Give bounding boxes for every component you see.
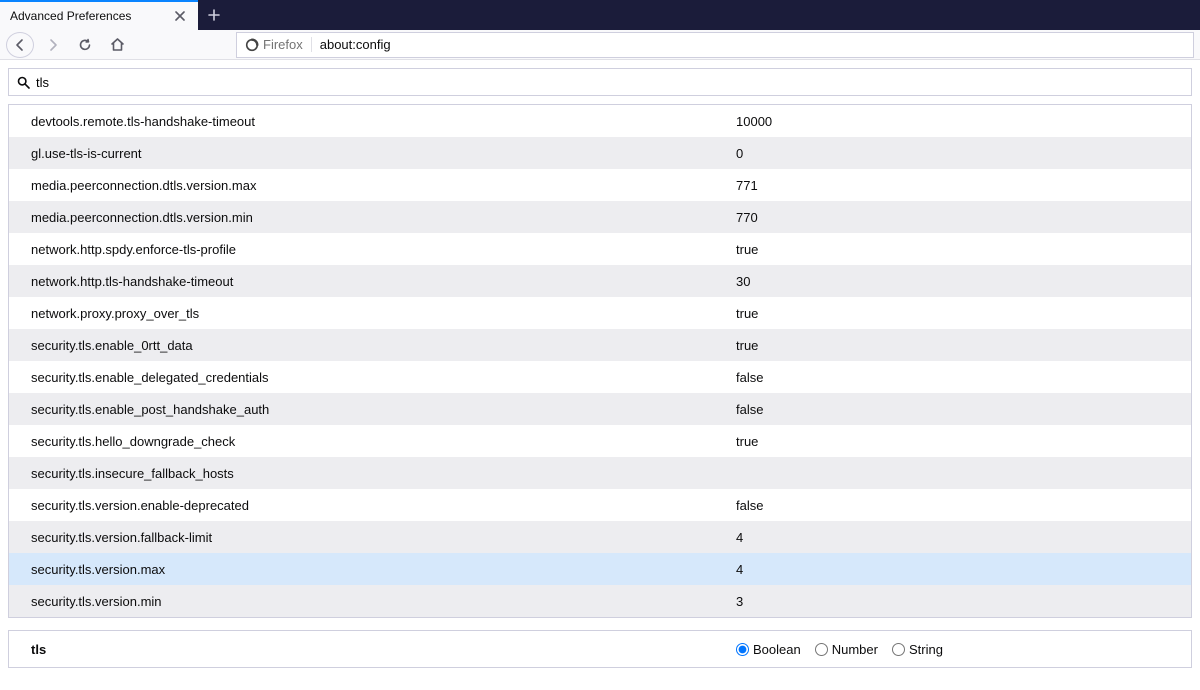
pref-name: security.tls.version.min bbox=[31, 594, 736, 609]
pref-value: 771 bbox=[736, 178, 936, 193]
radio-label-string: String bbox=[909, 642, 943, 657]
firefox-logo-icon bbox=[245, 38, 259, 52]
pref-name: devtools.remote.tls-handshake-timeout bbox=[31, 114, 736, 129]
pref-row[interactable]: security.tls.hello_downgrade_checktrue bbox=[9, 425, 1191, 457]
radio-input-string[interactable] bbox=[892, 643, 905, 656]
url-text: about:config bbox=[320, 37, 391, 52]
pref-row[interactable]: network.proxy.proxy_over_tlstrue bbox=[9, 297, 1191, 329]
pref-value: false bbox=[736, 402, 936, 417]
pref-name: media.peerconnection.dtls.version.min bbox=[31, 210, 736, 225]
tab-title: Advanced Preferences bbox=[10, 9, 172, 23]
pref-row[interactable]: gl.use-tls-is-current0 bbox=[9, 137, 1191, 169]
pref-value: 4 bbox=[736, 530, 936, 545]
radio-input-number[interactable] bbox=[815, 643, 828, 656]
pref-name: security.tls.enable_0rtt_data bbox=[31, 338, 736, 353]
pref-value: true bbox=[736, 338, 936, 353]
pref-row[interactable]: devtools.remote.tls-handshake-timeout100… bbox=[9, 105, 1191, 137]
pref-value: 30 bbox=[736, 274, 936, 289]
identity-box[interactable]: Firefox bbox=[245, 37, 312, 52]
pref-name: network.http.tls-handshake-timeout bbox=[31, 274, 736, 289]
radio-label-boolean: Boolean bbox=[753, 642, 801, 657]
pref-table: devtools.remote.tls-handshake-timeout100… bbox=[8, 104, 1192, 618]
pref-row[interactable]: security.tls.enable_post_handshake_authf… bbox=[9, 393, 1191, 425]
pref-row[interactable]: security.tls.insecure_fallback_hosts bbox=[9, 457, 1191, 489]
pref-value: true bbox=[736, 242, 936, 257]
pref-name: security.tls.enable_post_handshake_auth bbox=[31, 402, 736, 417]
forward-button[interactable] bbox=[40, 32, 66, 58]
identity-label: Firefox bbox=[263, 37, 303, 52]
nav-toolbar: Firefox about:config bbox=[0, 30, 1200, 60]
pref-row[interactable]: network.http.spdy.enforce-tls-profiletru… bbox=[9, 233, 1191, 265]
pref-row[interactable]: security.tls.enable_0rtt_datatrue bbox=[9, 329, 1191, 361]
pref-name: security.tls.version.enable-deprecated bbox=[31, 498, 736, 513]
search-area bbox=[0, 60, 1200, 104]
pref-row[interactable]: security.tls.version.max4 bbox=[9, 553, 1191, 585]
pref-name: media.peerconnection.dtls.version.max bbox=[31, 178, 736, 193]
pref-value: false bbox=[736, 370, 936, 385]
back-button[interactable] bbox=[6, 32, 34, 58]
pref-name: network.proxy.proxy_over_tls bbox=[31, 306, 736, 321]
pref-name: security.tls.version.max bbox=[31, 562, 736, 577]
pref-row[interactable]: security.tls.version.min3 bbox=[9, 585, 1191, 617]
pref-value: 10000 bbox=[736, 114, 936, 129]
browser-tab[interactable]: Advanced Preferences bbox=[0, 0, 198, 30]
url-bar[interactable]: Firefox about:config bbox=[236, 32, 1194, 58]
radio-label-number: Number bbox=[832, 642, 878, 657]
type-radio-group: Boolean Number String bbox=[736, 642, 943, 657]
pref-value: true bbox=[736, 434, 936, 449]
pref-row[interactable]: security.tls.enable_delegated_credential… bbox=[9, 361, 1191, 393]
pref-value: true bbox=[736, 306, 936, 321]
tab-strip: Advanced Preferences bbox=[0, 0, 1200, 30]
pref-value: 0 bbox=[736, 146, 936, 161]
pref-name: gl.use-tls-is-current bbox=[31, 146, 736, 161]
pref-value: 770 bbox=[736, 210, 936, 225]
pref-name: security.tls.enable_delegated_credential… bbox=[31, 370, 736, 385]
type-radio-string[interactable]: String bbox=[892, 642, 943, 657]
pref-name: security.tls.hello_downgrade_check bbox=[31, 434, 736, 449]
search-input[interactable] bbox=[36, 75, 1183, 90]
type-radio-number[interactable]: Number bbox=[815, 642, 878, 657]
pref-name: security.tls.insecure_fallback_hosts bbox=[31, 466, 736, 481]
type-radio-boolean[interactable]: Boolean bbox=[736, 642, 801, 657]
pref-value: false bbox=[736, 498, 936, 513]
new-tab-button[interactable] bbox=[198, 0, 230, 30]
radio-input-boolean[interactable] bbox=[736, 643, 749, 656]
pref-value: 3 bbox=[736, 594, 936, 609]
add-pref-row: tls Boolean Number String bbox=[9, 631, 1191, 667]
pref-row[interactable]: media.peerconnection.dtls.version.max771 bbox=[9, 169, 1191, 201]
pref-row[interactable]: network.http.tls-handshake-timeout30 bbox=[9, 265, 1191, 297]
pref-row[interactable]: media.peerconnection.dtls.version.min770 bbox=[9, 201, 1191, 233]
pref-name: security.tls.version.fallback-limit bbox=[31, 530, 736, 545]
search-bar[interactable] bbox=[8, 68, 1192, 96]
pref-row[interactable]: security.tls.version.fallback-limit4 bbox=[9, 521, 1191, 553]
search-icon bbox=[17, 76, 30, 89]
pref-row[interactable]: security.tls.version.enable-deprecatedfa… bbox=[9, 489, 1191, 521]
home-button[interactable] bbox=[104, 32, 130, 58]
close-tab-icon[interactable] bbox=[172, 8, 188, 24]
add-pref-area: tls Boolean Number String bbox=[8, 630, 1192, 668]
pref-value: 4 bbox=[736, 562, 936, 577]
pref-name: network.http.spdy.enforce-tls-profile bbox=[31, 242, 736, 257]
add-pref-name: tls bbox=[31, 642, 736, 657]
reload-button[interactable] bbox=[72, 32, 98, 58]
